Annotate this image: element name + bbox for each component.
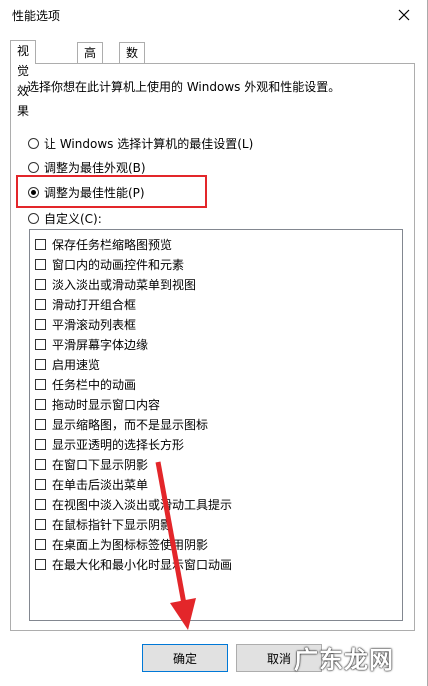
list-item[interactable]: 保存任务栏缩略图预览 [35, 235, 172, 253]
list-item[interactable]: 显示缩略图，而不是显示图标 [35, 415, 208, 433]
radio-label: 调整为最佳外观(B) [44, 160, 146, 175]
checkbox[interactable] [35, 518, 46, 530]
watermark-text: 广东龙网 [294, 646, 394, 674]
checkbox[interactable] [35, 438, 46, 450]
tab-data-execution-prevention[interactable]: 数据执行保护 [119, 42, 146, 160]
list-item[interactable]: 启用速览 [35, 355, 100, 373]
checkbox[interactable] [35, 378, 46, 390]
list-item[interactable]: 在桌面上为图标标签使用阴影 [35, 535, 208, 553]
list-item[interactable]: 任务栏中的动画 [35, 375, 136, 393]
list-item[interactable]: 平滑滚动列表框 [35, 315, 136, 333]
list-item[interactable]: 在单击后淡出菜单 [35, 475, 148, 493]
checkbox[interactable] [35, 418, 46, 430]
radio-let-windows-choose[interactable]: 让 Windows 选择计算机的最佳设置(L) [28, 134, 253, 152]
checkbox[interactable] [35, 398, 46, 410]
radio-best-appearance[interactable]: 调整为最佳外观(B) [28, 158, 146, 176]
checkbox[interactable] [35, 358, 46, 370]
checkbox[interactable] [35, 498, 46, 510]
visual-effects-panel: 选择你想在此计算机上使用的 Windows 外观和性能设置。 让 Windows… [10, 63, 415, 631]
list-item[interactable]: 滑动打开组合框 [35, 295, 136, 313]
radio-button[interactable] [28, 212, 39, 224]
checkbox[interactable] [35, 458, 46, 470]
list-item[interactable]: 在视图中淡入淡出或滑动工具提示 [35, 495, 232, 513]
radio-button[interactable] [28, 137, 39, 149]
radio-label: 自定义(C): [44, 211, 102, 226]
list-item[interactable]: 平滑屏幕字体边缘 [35, 335, 148, 353]
tab-visual-effects[interactable]: 视觉效果 [10, 40, 37, 118]
checkbox[interactable] [35, 558, 46, 570]
radio-button[interactable] [28, 161, 39, 173]
radio-button-selected[interactable] [28, 186, 39, 198]
title-bar: 性能选项 [0, 0, 427, 30]
window-title: 性能选项 [12, 9, 61, 23]
radio-label: 让 Windows 选择计算机的最佳设置(L) [44, 136, 254, 151]
list-item[interactable]: 拖动时显示窗口内容 [35, 395, 160, 413]
checkbox[interactable] [35, 538, 46, 550]
checkbox[interactable] [35, 278, 46, 290]
list-item[interactable]: 显示亚透明的选择长方形 [35, 435, 184, 453]
radio-custom[interactable]: 自定义(C): [28, 209, 102, 227]
close-icon [398, 9, 410, 21]
checkbox[interactable] [35, 318, 46, 330]
checkbox[interactable] [35, 258, 46, 270]
radio-label: 调整为最佳性能(P) [44, 185, 145, 200]
list-item[interactable]: 在鼠标指针下显示阴影 [35, 515, 172, 533]
checkbox[interactable] [35, 478, 46, 490]
description-text: 选择你想在此计算机上使用的 Windows 外观和性能设置。 [27, 80, 341, 94]
list-item[interactable]: 窗口内的动画控件和元素 [35, 255, 184, 273]
list-item[interactable]: 在最大化和最小化时显示窗口动画 [35, 555, 232, 573]
radio-best-performance[interactable]: 调整为最佳性能(P) [28, 183, 145, 201]
checkbox[interactable] [35, 338, 46, 350]
performance-options-window: 性能选项 视觉效果 高级 数据执行保护 选择你想在此计算机上使用的 Window… [0, 0, 428, 686]
effects-listbox[interactable]: 保存任务栏缩略图预览 窗口内的动画控件和元素 淡入淡出或滑动菜单到视图 滑动打开… [29, 229, 403, 621]
list-item[interactable]: 淡入淡出或滑动菜单到视图 [35, 275, 196, 293]
list-item[interactable]: 在窗口下显示阴影 [35, 455, 148, 473]
ok-button[interactable]: 确定 [142, 644, 228, 672]
checkbox[interactable] [35, 238, 46, 250]
tab-advanced[interactable]: 高级 [77, 42, 104, 80]
close-button[interactable] [381, 0, 427, 30]
checkbox[interactable] [35, 298, 46, 310]
